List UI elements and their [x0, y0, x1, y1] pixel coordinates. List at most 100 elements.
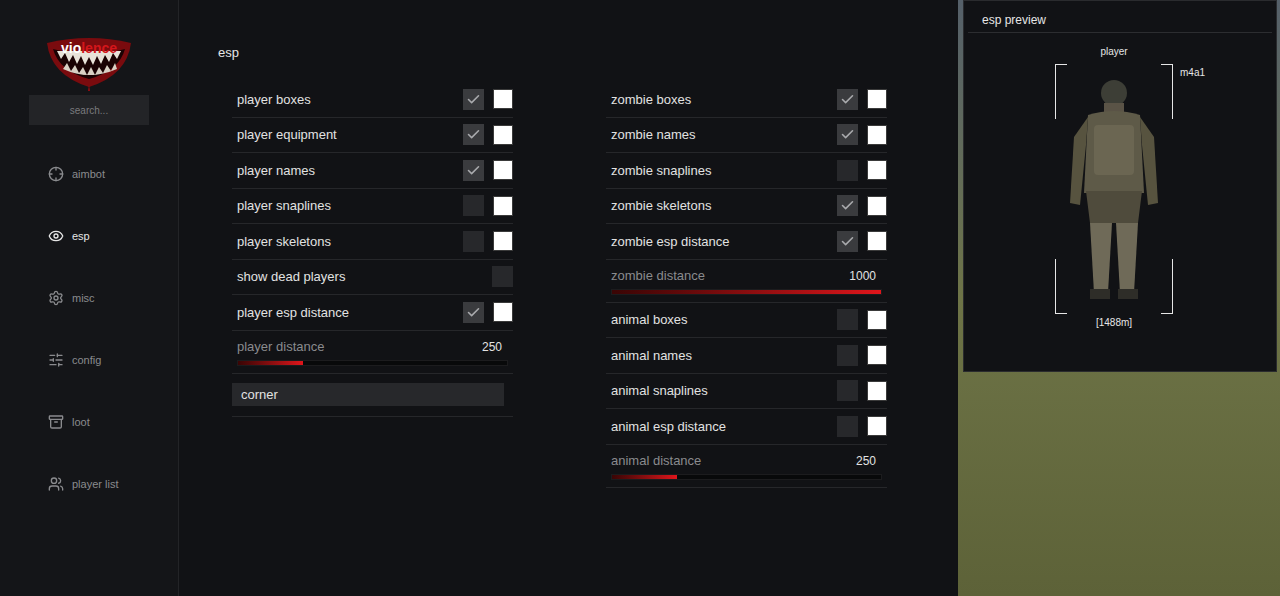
checkbox[interactable]	[463, 231, 484, 252]
box-icon	[48, 414, 64, 430]
option-column: zombie boxes zombie names zombie snaplines…	[606, 82, 887, 488]
sidebar: violence search... aimbotespmiscconfigloot…	[0, 0, 179, 596]
dropdown-row: corner	[232, 374, 513, 417]
checkbox[interactable]	[463, 160, 484, 181]
color-swatch[interactable]	[867, 89, 887, 109]
color-swatch[interactable]	[493, 125, 513, 145]
preview-distance: [1488m]	[1096, 316, 1132, 330]
slider-label: animal distance	[611, 451, 701, 471]
checkbox[interactable]	[837, 309, 858, 330]
option-label: animal boxes	[611, 310, 837, 330]
slider-value: 1000	[849, 267, 882, 285]
sidebar-item[interactable]: config	[0, 329, 178, 391]
color-swatch[interactable]	[867, 381, 887, 401]
color-swatch[interactable]	[493, 160, 513, 180]
option-label: zombie snaplines	[611, 161, 837, 181]
color-swatch[interactable]	[867, 125, 887, 145]
box-corner	[1055, 259, 1067, 314]
option-row: animal snaplines	[606, 374, 887, 410]
logo-text: violence	[43, 41, 135, 55]
sidebar-nav: aimbotespmiscconfiglootplayer list	[0, 143, 178, 515]
checkbox[interactable]	[837, 89, 858, 110]
color-swatch[interactable]	[493, 89, 513, 109]
option-row: player names	[232, 153, 513, 189]
slider-row: animal distance250	[606, 445, 887, 488]
color-swatch[interactable]	[493, 196, 513, 216]
config-icon	[48, 352, 64, 368]
option-column: player boxesplayer equipmentplayer names…	[232, 82, 513, 488]
users-icon	[48, 476, 64, 492]
game-view: esp previewplayerm4a1[1488m]	[958, 0, 1280, 596]
crosshair-icon	[48, 166, 64, 182]
checkbox[interactable]	[463, 124, 484, 145]
option-label: zombie boxes	[611, 90, 837, 110]
slider-track[interactable]	[237, 360, 508, 366]
esp-preview-panel: esp previewplayerm4a1[1488m]	[963, 0, 1277, 372]
option-row: zombie skeletons	[606, 189, 887, 225]
slider-label: zombie distance	[611, 266, 705, 286]
checkbox[interactable]	[837, 416, 858, 437]
checkbox[interactable]	[837, 124, 858, 145]
option-row: animal esp distance	[606, 409, 887, 445]
color-swatch[interactable]	[867, 231, 887, 251]
option-label: zombie skeletons	[611, 196, 837, 216]
option-row: zombie esp distance	[606, 224, 887, 260]
option-label: player esp distance	[237, 303, 463, 323]
slider-row: player distance250	[232, 331, 513, 374]
option-label: zombie names	[611, 125, 837, 145]
color-swatch[interactable]	[867, 310, 887, 330]
eye-icon	[48, 228, 64, 244]
option-row: zombie names	[606, 118, 887, 154]
checkbox[interactable]	[492, 266, 513, 287]
option-row: player esp distance	[232, 295, 513, 331]
option-row: zombie boxes	[606, 82, 887, 118]
logo-part: lence	[81, 41, 117, 55]
checkbox[interactable]	[837, 195, 858, 216]
checkbox[interactable]	[837, 160, 858, 181]
checkbox[interactable]	[463, 89, 484, 110]
sidebar-item[interactable]: player list	[0, 453, 178, 515]
check-icon	[466, 92, 481, 107]
check-icon	[466, 127, 481, 142]
checkbox[interactable]	[463, 302, 484, 323]
checkbox[interactable]	[837, 231, 858, 252]
app: violencesearch...aimbotespmiscconfigloot…	[0, 0, 1280, 596]
checkbox[interactable]	[837, 345, 858, 366]
option-label: show dead players	[237, 267, 492, 287]
option-row: player snaplines	[232, 189, 513, 225]
option-row: animal names	[606, 338, 887, 374]
dropdown[interactable]: corner	[232, 383, 504, 406]
check-icon	[840, 92, 855, 107]
slider-track[interactable]	[611, 474, 882, 480]
slider-track[interactable]	[611, 289, 882, 295]
panel-title: esp	[218, 44, 958, 62]
preview-weapon: m4a1	[1180, 66, 1205, 80]
option-label: player boxes	[237, 90, 463, 110]
checkbox[interactable]	[463, 195, 484, 216]
check-icon	[840, 127, 855, 142]
logo-part: vio	[61, 41, 81, 55]
check-icon	[840, 198, 855, 213]
soldier-figure-icon	[1064, 73, 1164, 305]
sidebar-item[interactable]: misc	[0, 267, 178, 329]
slider-fill	[612, 290, 881, 294]
color-swatch[interactable]	[867, 160, 887, 180]
color-swatch[interactable]	[867, 345, 887, 365]
color-swatch[interactable]	[867, 416, 887, 436]
color-swatch[interactable]	[493, 302, 513, 322]
option-row: player skeletons	[232, 224, 513, 260]
color-swatch[interactable]	[493, 231, 513, 251]
gear-icon	[48, 290, 64, 306]
option-row: zombie snaplines	[606, 153, 887, 189]
option-row: animal boxes	[606, 303, 887, 339]
option-row: show dead players	[232, 260, 513, 296]
sidebar-item[interactable]: aimbot	[0, 143, 178, 205]
color-swatch[interactable]	[867, 196, 887, 216]
slider-value: 250	[482, 338, 508, 356]
sidebar-item[interactable]: loot	[0, 391, 178, 453]
checkbox[interactable]	[837, 380, 858, 401]
slider-row: zombie distance 1000	[606, 260, 887, 303]
search-field[interactable]: search...	[29, 95, 149, 125]
sidebar-item[interactable]: esp	[0, 205, 178, 267]
box-corner	[1161, 259, 1173, 314]
